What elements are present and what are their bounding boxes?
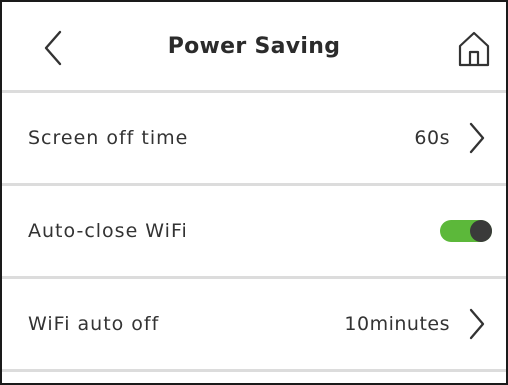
setting-value: 10minutes — [344, 313, 450, 335]
home-icon — [458, 31, 490, 67]
power-saving-screen: Power Saving Screen off time 60s Auto-cl… — [0, 0, 508, 385]
setting-row-wifi-auto-off[interactable]: WiFi auto off 10minutes — [2, 279, 506, 369]
divider — [2, 369, 506, 372]
setting-value: 60s — [414, 127, 450, 149]
setting-row-screen-off-time[interactable]: Screen off time 60s — [2, 93, 506, 183]
chevron-right-icon — [469, 122, 485, 154]
setting-label: Auto-close WiFi — [28, 220, 188, 242]
header-bar: Power Saving — [2, 2, 506, 90]
home-button[interactable] — [456, 30, 492, 68]
setting-row-auto-close-wifi: Auto-close WiFi — [2, 186, 506, 276]
chevron-right-icon — [469, 308, 485, 340]
auto-close-wifi-toggle[interactable] — [440, 220, 492, 242]
setting-label: Screen off time — [28, 127, 189, 149]
toggle-knob — [470, 220, 492, 242]
setting-label: WiFi auto off — [28, 313, 160, 335]
page-title: Power Saving — [167, 34, 341, 59]
